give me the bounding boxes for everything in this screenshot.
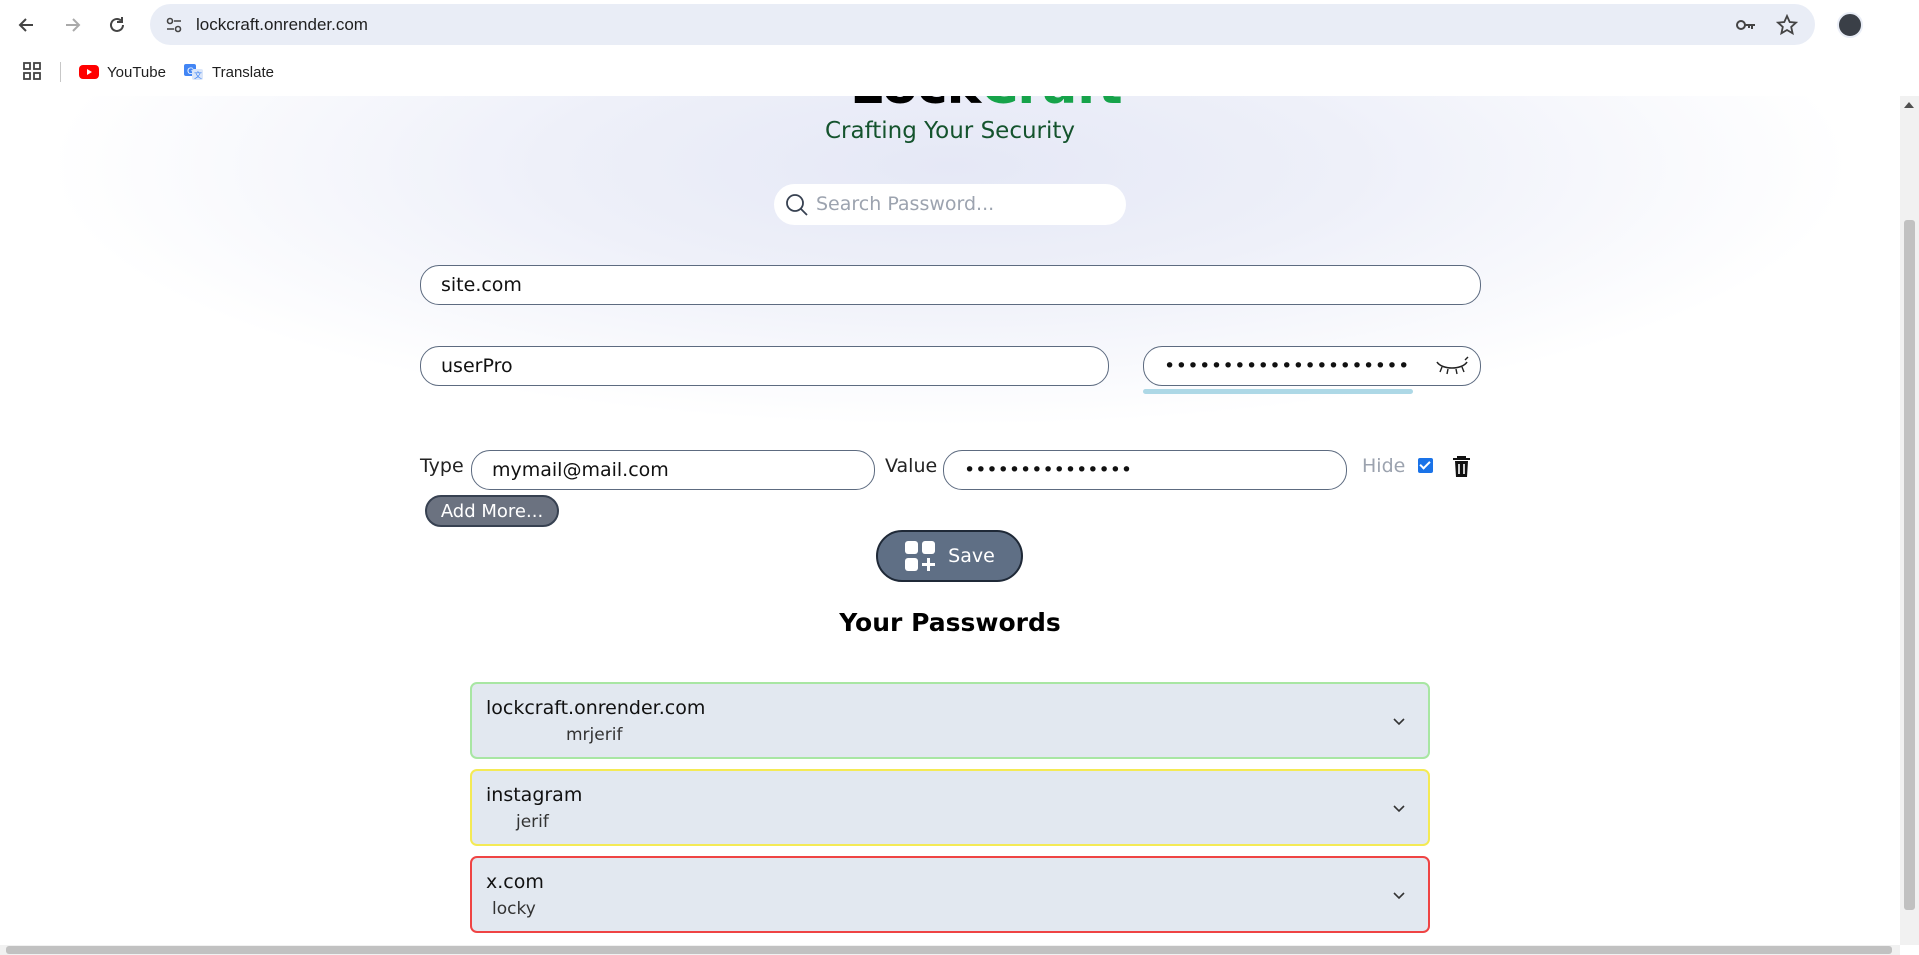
passwords-section-title: Your Passwords xyxy=(839,608,1061,637)
chevron-down-icon[interactable] xyxy=(1392,888,1406,902)
extra-value-input[interactable]: ••••••••••••••• xyxy=(943,450,1347,490)
youtube-icon xyxy=(79,65,99,79)
trash-icon[interactable] xyxy=(1451,455,1472,478)
value-label: Value xyxy=(885,455,938,477)
apps-grid-icon[interactable] xyxy=(22,61,42,81)
arrow-left-icon xyxy=(18,18,33,32)
site-settings-icon[interactable] xyxy=(164,15,184,35)
hide-label: Hide xyxy=(1362,455,1406,477)
password-input[interactable]: ••••••••••••••••••••• xyxy=(1143,346,1481,386)
password-card[interactable]: x.com locky xyxy=(470,856,1430,933)
bookmark-label: YouTube xyxy=(107,63,166,81)
password-card[interactable]: instagram jerif xyxy=(470,769,1430,846)
site-url-input[interactable]: site.com xyxy=(420,265,1481,305)
svg-text:文: 文 xyxy=(194,70,202,80)
bookmark-translate[interactable]: G文 Translate xyxy=(184,61,274,83)
type-label: Type xyxy=(420,455,464,477)
scrollbar-thumb[interactable] xyxy=(1904,220,1915,910)
back-button[interactable] xyxy=(14,12,40,38)
password-masked-value: ••••••••••••••••••••• xyxy=(1164,355,1410,377)
password-card[interactable]: lockcraft.onrender.com mrjerif xyxy=(470,682,1430,759)
key-icon[interactable] xyxy=(1735,14,1757,36)
forward-button[interactable] xyxy=(59,12,85,38)
app-logo: LockCraft xyxy=(850,96,1123,116)
chevron-down-icon[interactable] xyxy=(1392,714,1406,728)
bookmarks-bar: YouTube G文 Translate xyxy=(0,49,1919,96)
profile-avatar[interactable] xyxy=(1837,12,1863,38)
add-more-button[interactable]: Add More... xyxy=(425,495,559,527)
username-input[interactable]: userPro xyxy=(420,346,1109,386)
address-bar[interactable]: lockcraft.onrender.com xyxy=(150,4,1815,45)
card-username: jerif xyxy=(516,812,549,832)
save-button-label: Save xyxy=(948,545,995,567)
scrollbar-thumb[interactable] xyxy=(6,946,1892,954)
browser-toolbar: lockcraft.onrender.com xyxy=(0,0,1919,49)
bookmark-star-icon[interactable] xyxy=(1776,14,1798,36)
search-icon xyxy=(786,194,808,216)
extra-type-input[interactable]: mymail@mail.com xyxy=(471,450,875,490)
reload-button[interactable] xyxy=(104,12,130,38)
card-username: mrjerif xyxy=(566,725,623,745)
eye-closed-icon[interactable] xyxy=(1434,354,1470,378)
chevron-down-icon[interactable] xyxy=(1392,801,1406,815)
url-text: lockcraft.onrender.com xyxy=(196,15,368,34)
reload-icon xyxy=(110,17,124,32)
card-site: x.com xyxy=(486,871,544,893)
arrow-right-icon xyxy=(66,18,81,32)
save-button[interactable]: Save xyxy=(876,530,1023,582)
bookmark-label: Translate xyxy=(212,63,274,81)
horizontal-scrollbar[interactable] xyxy=(0,945,1900,955)
translate-icon: G文 xyxy=(184,64,203,80)
bookmark-youtube[interactable]: YouTube xyxy=(79,61,166,83)
password-strength-bar xyxy=(1143,389,1413,394)
hide-checkbox[interactable] xyxy=(1418,458,1433,473)
search-bar[interactable] xyxy=(774,184,1126,225)
app-tagline: Crafting Your Security xyxy=(824,118,1076,144)
card-site: lockcraft.onrender.com xyxy=(486,697,706,719)
bookmarks-separator xyxy=(60,62,61,82)
scroll-up-arrow[interactable] xyxy=(1904,102,1914,108)
card-site: instagram xyxy=(486,784,583,806)
search-input[interactable] xyxy=(816,190,1106,218)
save-grid-plus-icon xyxy=(905,541,936,571)
vertical-scrollbar[interactable] xyxy=(1900,96,1919,945)
card-username: locky xyxy=(492,899,536,919)
